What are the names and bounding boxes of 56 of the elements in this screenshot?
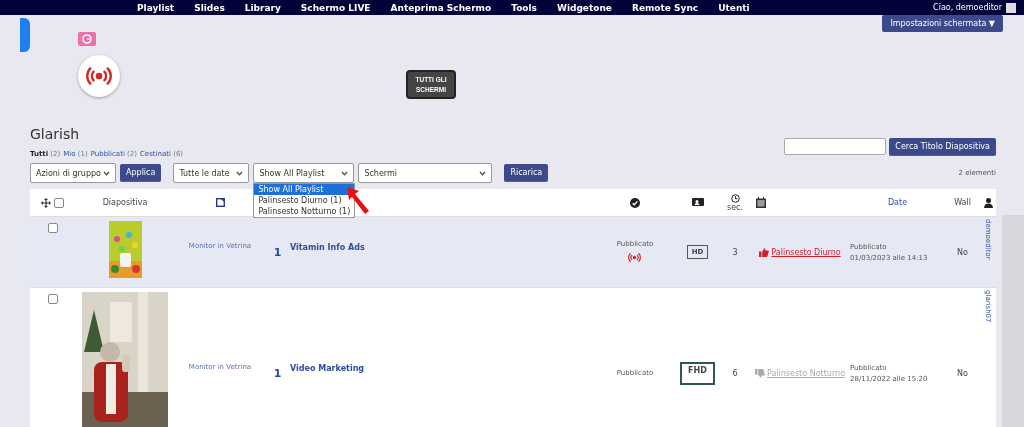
nav-item[interactable]: Tools [511, 2, 537, 13]
thumbs-down-icon [754, 368, 765, 378]
column-header: sec. [727, 202, 743, 212]
column-header: Diapositiva [102, 198, 148, 207]
screen-settings-button[interactable]: Impostazioni schermata ▼ [882, 15, 1003, 32]
clock-icon [730, 193, 740, 203]
nav-item[interactable]: Slides [194, 2, 225, 13]
user-icon [983, 197, 993, 208]
nav-item[interactable]: Library [244, 2, 281, 13]
slide-count: 1 [273, 366, 282, 380]
nav-item[interactable]: Schermo LIVE [300, 2, 371, 13]
logo-icon [20, 18, 30, 52]
nav-item[interactable]: Playlist [137, 2, 175, 13]
nav-item[interactable]: Remote Sync [631, 2, 699, 13]
broadcast-icon [628, 251, 642, 264]
column-header: Wall [954, 198, 971, 207]
logo-icon [78, 32, 96, 46]
check-circle-icon [630, 197, 640, 208]
wall-value: No [957, 247, 968, 257]
screens-select[interactable]: Schermi [358, 163, 493, 183]
chevron-down-icon [236, 170, 244, 176]
bulk-actions-select[interactable]: Azioni di gruppo [30, 163, 116, 183]
duration-seconds: 3 [732, 247, 738, 257]
slide-title[interactable]: Vitamin Info Ads [290, 242, 365, 252]
chevron-down-icon [479, 170, 487, 176]
square-icon [215, 198, 225, 207]
nav-item[interactable]: Anteprima Schermo [390, 2, 492, 13]
wall-value: No [957, 368, 968, 378]
schedule-link[interactable]: Palinsesto Diurno [759, 247, 841, 257]
search-button[interactable]: Cerca Titolo Diapositiva [889, 138, 996, 156]
date-column-header[interactable]: Date [887, 198, 908, 207]
nav-item[interactable]: Widgetone [556, 2, 612, 13]
playlist-select[interactable]: Show All Playlist [253, 163, 355, 183]
resolution-badge: FHD [680, 361, 715, 385]
dates-select[interactable]: Tutte le date [173, 163, 250, 183]
search-field[interactable] [784, 138, 887, 155]
live-button[interactable] [78, 55, 120, 97]
chevron-down-icon [341, 170, 349, 176]
duration-seconds: 6 [732, 368, 738, 378]
move-icon[interactable] [41, 197, 51, 208]
row-checkbox[interactable] [47, 223, 58, 233]
chevron-down-icon [103, 170, 110, 176]
slide-title[interactable]: Video Marketing [290, 363, 365, 373]
row-checkbox[interactable] [47, 294, 58, 304]
avatar-icon [1006, 2, 1016, 13]
user-greeting[interactable]: Ciao, demoeditor [933, 3, 1002, 12]
calendar-icon [756, 197, 766, 208]
select-all-checkbox[interactable] [54, 197, 64, 208]
nav-item[interactable]: Utenti [718, 2, 750, 13]
page-title: Glarish [30, 126, 81, 142]
reload-button[interactable]: Ricarica [504, 164, 549, 182]
slide-count: 1 [273, 245, 282, 259]
thumbs-up-icon [759, 247, 770, 257]
monitor-icon [691, 198, 704, 207]
dropdown-option[interactable]: Show All Playlist [254, 184, 355, 195]
apply-button[interactable]: Applica [120, 164, 162, 182]
